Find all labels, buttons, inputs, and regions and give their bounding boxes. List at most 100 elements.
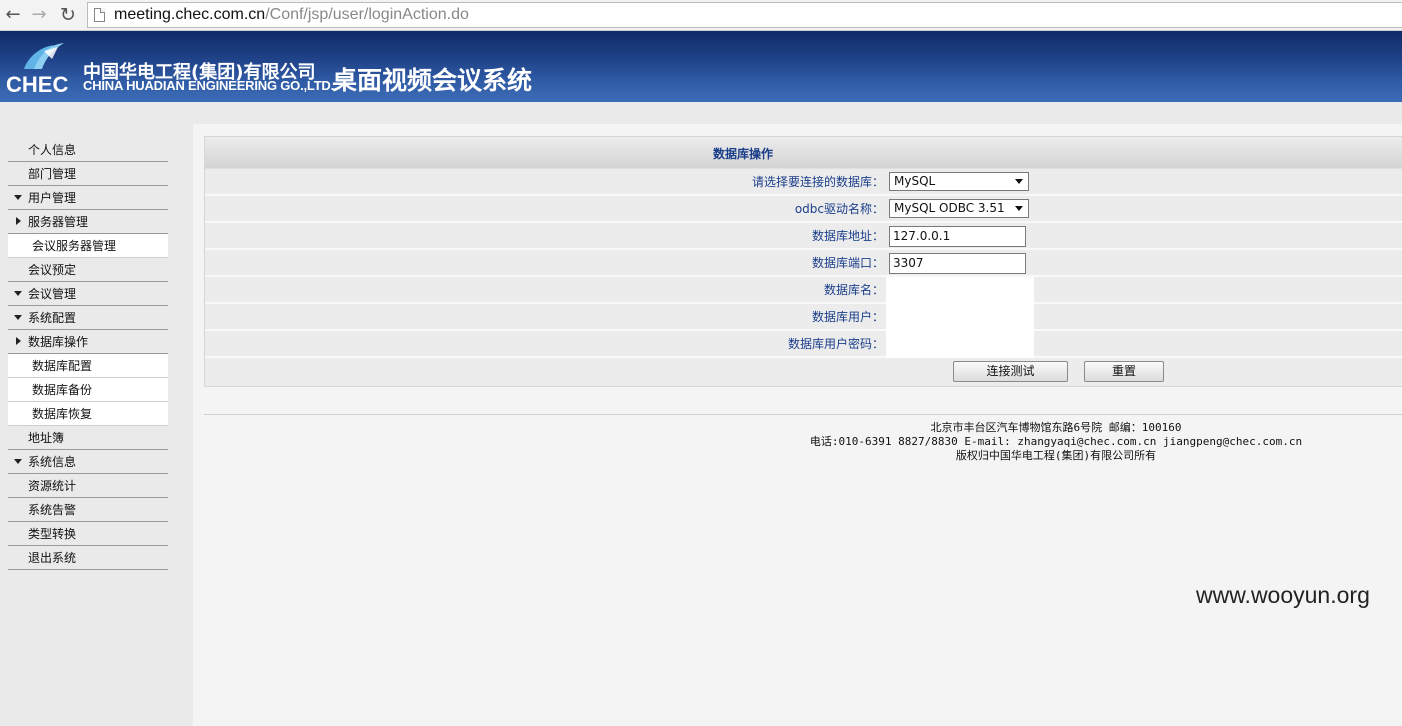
url-text[interactable]: meeting.chec.com.cn/Conf/jsp/user/loginA… (114, 6, 469, 24)
db-host-input[interactable]: 127.0.0.1 (889, 226, 1026, 247)
browser-toolbar: ← → ↻ meeting.chec.com.cn/Conf/jsp/user/… (0, 0, 1402, 31)
sidebar-item-label: 数据库备份 (32, 383, 93, 397)
address-bar[interactable]: meeting.chec.com.cn/Conf/jsp/user/loginA… (87, 2, 1402, 28)
sidebar-item-label: 会议服务器管理 (32, 239, 117, 253)
caret-down-icon (14, 450, 24, 474)
sidebar-menu: 个人信息部门管理用户管理服务器管理会议服务器管理会议预定会议管理系统配置数据库操… (8, 138, 168, 570)
port-row: 数据库端口： 3307 (205, 250, 1402, 277)
back-arrow-icon[interactable]: ← (2, 4, 24, 26)
sidebar-item-label: 系统配置 (28, 311, 77, 325)
sidebar-item[interactable]: 资源统计 (8, 474, 168, 498)
host-label: 数据库地址： (811, 229, 884, 243)
host-row: 数据库地址： 127.0.0.1 (205, 223, 1402, 250)
connection-test-button[interactable]: 连接测试 (953, 361, 1068, 382)
sidebar-item-label: 退出系统 (28, 551, 77, 565)
sidebar-item-label: 系统告警 (28, 503, 77, 517)
chec-logo: CHEC (6, 41, 74, 97)
sidebar-item[interactable]: 地址簿 (8, 426, 168, 450)
db-select-label: 请选择要连接的数据库： (751, 175, 884, 189)
sidebar-item-label: 地址簿 (28, 431, 65, 445)
sidebar-item-label: 个人信息 (28, 143, 77, 157)
odbc-driver-select[interactable]: MySQL ODBC 3.51 (889, 199, 1029, 218)
form-buttons: 连接测试 重置 (205, 358, 1402, 386)
port-label: 数据库端口： (811, 256, 884, 270)
sidebar-item-label: 数据库操作 (28, 335, 89, 349)
sidebar-item-label: 会议预定 (28, 263, 77, 277)
sidebar-item[interactable]: 会议服务器管理 (8, 234, 168, 258)
caret-down-icon (14, 306, 24, 330)
page-icon (94, 8, 105, 22)
sidebar-item[interactable]: 系统告警 (8, 498, 168, 522)
system-title: 桌面视频会议系统 (332, 66, 533, 95)
sidebar-item[interactable]: 数据库备份 (8, 378, 168, 402)
url-host: meeting.chec.com.cn (114, 6, 266, 23)
dbuser-label: 数据库用户： (811, 310, 884, 324)
sidebar-item[interactable]: 系统配置 (8, 306, 168, 330)
dbpass-label: 数据库用户密码： (787, 337, 884, 351)
sidebar-item[interactable]: 类型转换 (8, 522, 168, 546)
database-form: 数据库操作 请选择要连接的数据库： MySQL odbc驱动名称： MySQL … (204, 136, 1402, 387)
sidebar-item[interactable]: 会议管理 (8, 282, 168, 306)
sidebar-item-label: 用户管理 (28, 191, 77, 205)
header-banner: CHEC 中国华电工程(集团)有限公司 CHINA HUADIAN ENGINE… (0, 31, 1402, 102)
form-title: 数据库操作 (205, 137, 1402, 169)
company-name-en: CHINA HUADIAN ENGINEERING GO.,LTD. (83, 78, 335, 93)
sidebar-item[interactable]: 个人信息 (8, 138, 168, 162)
db-user-field[interactable] (886, 304, 1034, 333)
caret-right-icon (14, 330, 24, 354)
footer: 北京市丰台区汽车博物馆东路6号院 邮编：100160 电话:010-6391 8… (786, 421, 1326, 463)
dbuser-row: 数据库用户： (205, 304, 1402, 333)
caret-down-icon (14, 186, 24, 210)
watermark: www.wooyun.org (1196, 582, 1370, 608)
sidebar-item[interactable]: 数据库恢复 (8, 402, 168, 426)
sidebar-item-label: 数据库配置 (32, 359, 93, 373)
sidebar-item-label: 服务器管理 (28, 215, 89, 229)
odbc-label: odbc驱动名称： (794, 202, 884, 216)
db-type-value: MySQL (894, 174, 936, 188)
sidebar: 个人信息部门管理用户管理服务器管理会议服务器管理会议预定会议管理系统配置数据库操… (0, 102, 193, 726)
page-body: 个人信息 部门管理 用户管理 服务器管理 会议服务器管理 会议预定 会议管理 系统配置 数据库操… (0, 102, 1402, 726)
sidebar-item[interactable]: 系统信息 (8, 450, 168, 474)
logo-text: CHEC (6, 72, 69, 97)
db-select-cell: MySQL (886, 169, 1034, 196)
db-password-field[interactable] (886, 331, 1034, 360)
sidebar-item-label: 类型转换 (28, 527, 77, 541)
footer-divider (204, 414, 1402, 415)
sidebar-item-label: 系统信息 (28, 455, 77, 469)
sidebar-item[interactable]: 数据库操作 (8, 330, 168, 354)
db-port-input[interactable]: 3307 (889, 253, 1026, 274)
footer-contact: 电话:010-6391 8827/8830 E-mail: zhangyaqi@… (809, 435, 1303, 448)
sidebar-item[interactable]: 会议预定 (8, 258, 168, 282)
url-path: /Conf/jsp/user/loginAction.do (265, 6, 469, 23)
sidebar-item-label: 部门管理 (28, 167, 77, 181)
dropdown-caret-icon (1015, 179, 1023, 184)
odbc-cell: MySQL ODBC 3.51 (886, 196, 1034, 223)
sidebar-item[interactable]: 退出系统 (8, 546, 168, 570)
sidebar-item[interactable]: 用户管理 (8, 186, 168, 210)
odbc-driver-value: MySQL ODBC 3.51 (894, 201, 1005, 215)
sidebar-item[interactable]: 数据库配置 (8, 354, 168, 378)
odbc-row: odbc驱动名称： MySQL ODBC 3.51 (205, 196, 1402, 223)
logo-swoosh-icon (24, 43, 64, 69)
forward-arrow-icon[interactable]: → (28, 4, 50, 26)
sidebar-item[interactable]: 部门管理 (8, 162, 168, 186)
host-cell: 127.0.0.1 (886, 223, 1034, 250)
caret-right-icon (14, 210, 24, 234)
db-type-select[interactable]: MySQL (889, 172, 1029, 191)
port-cell: 3307 (886, 250, 1034, 277)
footer-copyright: 版权归中国华电工程(集团)有限公司所有 (955, 449, 1157, 462)
dropdown-caret-icon (1015, 206, 1023, 211)
dbname-row: 数据库名： (205, 277, 1402, 306)
sidebar-item-label: 资源统计 (28, 479, 77, 493)
footer-address: 北京市丰台区汽车博物馆东路6号院 邮编：100160 (930, 421, 1182, 434)
sidebar-item[interactable]: 服务器管理 (8, 210, 168, 234)
db-select-row: 请选择要连接的数据库： MySQL (205, 169, 1402, 196)
caret-down-icon (14, 282, 24, 306)
reload-icon[interactable]: ↻ (57, 4, 79, 26)
db-name-field[interactable] (886, 277, 1034, 306)
dbname-label: 数据库名： (823, 283, 884, 297)
dbpass-row: 数据库用户密码： (205, 331, 1402, 360)
reset-button[interactable]: 重置 (1084, 361, 1164, 382)
sidebar-item-label: 会议管理 (28, 287, 77, 301)
main-content: 数据库操作 请选择要连接的数据库： MySQL odbc驱动名称： MySQL … (193, 124, 1402, 726)
